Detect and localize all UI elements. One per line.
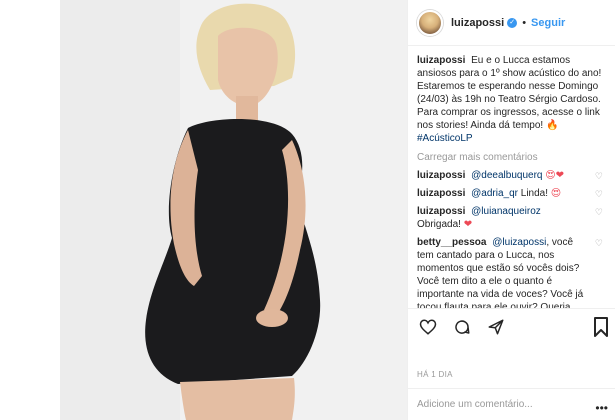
post-caption: luizapossi Eu e o Lucca estamos ansiosos… (417, 54, 603, 145)
comment-emoji: 😍 (550, 188, 562, 199)
load-more-comments-link[interactable]: Carregar mais comentários (417, 151, 603, 164)
caption-hashtag[interactable]: #AcústicoLP (417, 133, 473, 144)
small-heart-icon[interactable]: ♡ (595, 237, 603, 250)
comment-item: betty__pessoa @luizapossi, você tem cant… (417, 236, 603, 308)
add-comment-input[interactable] (417, 399, 567, 410)
comment-username[interactable]: luizapossi (417, 188, 465, 199)
header-username[interactable]: luizapossi (451, 17, 504, 29)
comment-username[interactable]: betty__pessoa (417, 237, 486, 248)
comment-mention[interactable]: @deealbuquerq (471, 170, 542, 181)
comment-username[interactable]: luizapossi (417, 206, 465, 217)
bookmark-icon[interactable] (592, 317, 610, 337)
comment-mention[interactable]: @adria_qr (471, 188, 518, 199)
comment-item: luizapossi @luianaqueiroz Obrigada! ❤ ♡ (417, 205, 603, 231)
instagram-post-frame: luizapossi ✓ • Seguir luizapossi Eu e o … (0, 0, 615, 420)
add-comment-bar: ••• (408, 388, 615, 420)
share-icon[interactable] (485, 316, 507, 338)
post-header: luizapossi ✓ • Seguir (408, 0, 615, 46)
small-heart-icon[interactable]: ♡ (595, 188, 603, 201)
comment-mention[interactable]: @luianaqueiroz (471, 206, 541, 217)
more-options-icon[interactable]: ••• (595, 401, 608, 415)
post-actions-bar (408, 308, 615, 344)
comment-text: Linda! (520, 188, 549, 199)
follow-button[interactable]: Seguir (531, 17, 565, 29)
comment-username[interactable]: luizapossi (417, 170, 465, 181)
comment-emoji: 😍❤ (545, 170, 565, 181)
comment-mention[interactable]: @luizapossi (492, 237, 546, 248)
post-timestamp: HÁ 1 DIA (417, 370, 453, 379)
avatar[interactable] (417, 9, 443, 36)
comment-emoji: ❤ (463, 219, 473, 230)
comments-list[interactable]: luizapossi Eu e o Lucca estamos ansiosos… (408, 46, 615, 308)
heart-outline-icon[interactable] (417, 316, 439, 338)
small-heart-icon[interactable]: ♡ (595, 170, 603, 183)
post-photo[interactable] (60, 0, 407, 420)
small-heart-icon[interactable]: ♡ (595, 206, 603, 219)
comment-item: luizapossi @adria_qr Linda! 😍 ♡ (417, 187, 603, 200)
comment-bubble-icon[interactable] (451, 316, 473, 338)
caption-username[interactable]: luizapossi (417, 55, 465, 66)
caption-text: Eu e o Lucca estamos ansiosos para o 1º … (417, 55, 602, 131)
comment-text: Obrigada! (417, 219, 461, 230)
post-side-panel: luizapossi ✓ • Seguir luizapossi Eu e o … (407, 0, 615, 420)
woman-photo-illustration (60, 0, 407, 420)
header-separator: • (522, 16, 527, 29)
comment-item: luizapossi @deealbuquerq 😍❤ ♡ (417, 169, 603, 182)
verified-badge-icon: ✓ (507, 17, 518, 28)
